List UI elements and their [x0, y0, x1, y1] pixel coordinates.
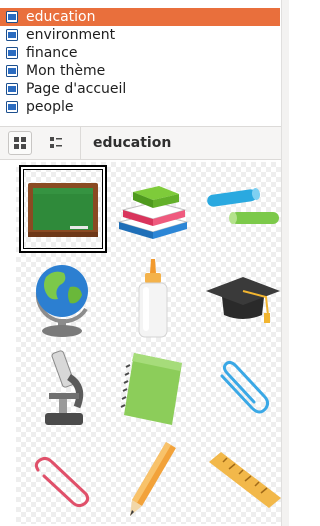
paperclip-red-icon: [34, 456, 90, 508]
books-stack-icon: [117, 186, 189, 239]
theme-folder-icon: [6, 47, 18, 59]
list-view-icon: [50, 137, 62, 148]
gallery-item-microscope[interactable]: [19, 345, 107, 433]
gallery-item-chalkboard[interactable]: [19, 165, 107, 253]
gallery-item-notebook[interactable]: [109, 345, 197, 433]
theme-item-label: environment: [26, 27, 116, 43]
gallery-title: education: [93, 135, 172, 151]
gallery-item-cap[interactable]: [199, 255, 287, 343]
theme-item-finance[interactable]: finance: [0, 44, 280, 62]
graduation-cap-icon: [206, 277, 280, 323]
gallery-panel: education environment finance Mon thème …: [0, 0, 289, 526]
theme-item-environment[interactable]: environment: [0, 26, 280, 44]
theme-item-page-d-accueil[interactable]: Page d'accueil: [0, 80, 280, 98]
paperclip-blue-icon: [220, 360, 270, 414]
gallery-grid: [16, 162, 284, 524]
toolbar-divider: [80, 127, 81, 159]
chalkboard-icon: [28, 183, 98, 237]
icon-view-icon: [14, 137, 26, 149]
theme-item-label: Page d'accueil: [26, 81, 127, 97]
theme-folder-icon: [6, 83, 18, 95]
gallery-item-glue[interactable]: [109, 255, 197, 343]
theme-list[interactable]: education environment finance Mon thème …: [0, 8, 280, 116]
gallery-toolbar: education: [0, 126, 281, 160]
theme-item-label: education: [26, 9, 96, 25]
notebook-icon: [120, 353, 182, 425]
ruler-icon: [209, 452, 281, 508]
pencil-icon: [130, 442, 176, 516]
theme-item-people[interactable]: people: [0, 98, 280, 116]
icon-view-button[interactable]: [8, 131, 32, 155]
globe-icon: [35, 265, 88, 337]
theme-folder-icon: [6, 29, 18, 41]
list-view-button[interactable]: [44, 131, 68, 155]
theme-folder-icon: [6, 11, 18, 23]
gallery-item-globe[interactable]: [19, 255, 107, 343]
gallery-item-books[interactable]: [109, 165, 197, 253]
theme-folder-icon: [6, 101, 18, 113]
vertical-scrollbar[interactable]: [281, 0, 289, 526]
gallery-item-ruler[interactable]: [199, 435, 287, 523]
theme-folder-icon: [6, 65, 18, 77]
gallery-item-chalk[interactable]: [199, 165, 287, 253]
glue-bottle-icon: [138, 259, 168, 338]
theme-item-label: people: [26, 99, 74, 115]
microscope-icon: [45, 350, 84, 425]
chalk-icon: [207, 188, 279, 224]
gallery-item-clip-blue[interactable]: [199, 345, 287, 433]
gallery-item-clip-red[interactable]: [19, 435, 107, 523]
gallery-item-pencil[interactable]: [109, 435, 197, 523]
theme-item-label: Mon thème: [26, 63, 106, 79]
theme-item-mon-theme[interactable]: Mon thème: [0, 62, 280, 80]
theme-item-label: finance: [26, 45, 78, 61]
theme-item-education[interactable]: education: [0, 8, 280, 26]
